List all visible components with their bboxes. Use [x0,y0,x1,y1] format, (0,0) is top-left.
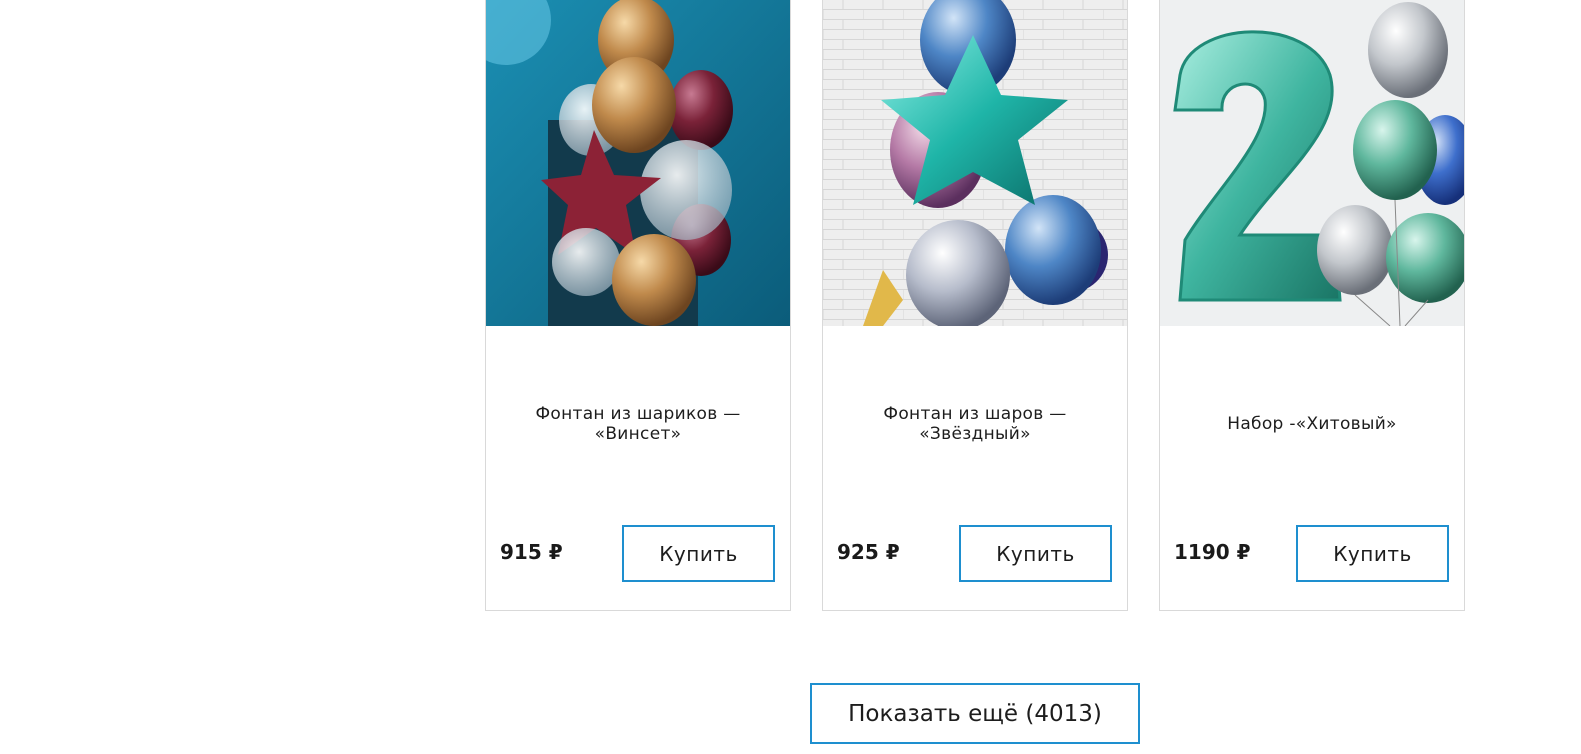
product-image[interactable] [486,0,790,326]
buy-button[interactable]: Купить [959,525,1112,582]
product-image[interactable] [823,0,1127,326]
product-price: 1190 ₽ [1174,540,1251,564]
show-more-button[interactable]: Показать ещё (4013) [810,683,1140,744]
product-card[interactable]: Фонтан из шаров — «Звёздный» 925 ₽ Купит… [822,0,1128,611]
product-price: 925 ₽ [837,540,900,564]
buy-button[interactable]: Купить [622,525,775,582]
buy-button[interactable]: Купить [1296,525,1449,582]
product-image[interactable] [1160,0,1464,326]
product-title[interactable]: Фонтан из шаров — «Звёздный» [843,404,1107,444]
product-title[interactable]: Фонтан из шариков — «Винсет» [506,404,770,444]
product-title[interactable]: Набор -«Хитовый» [1180,414,1444,434]
product-card[interactable]: Фонтан из шариков — «Винсет» 915 ₽ Купит… [485,0,791,611]
product-card[interactable]: Набор -«Хитовый» 1190 ₽ Купить [1159,0,1465,611]
product-price: 915 ₽ [500,540,563,564]
